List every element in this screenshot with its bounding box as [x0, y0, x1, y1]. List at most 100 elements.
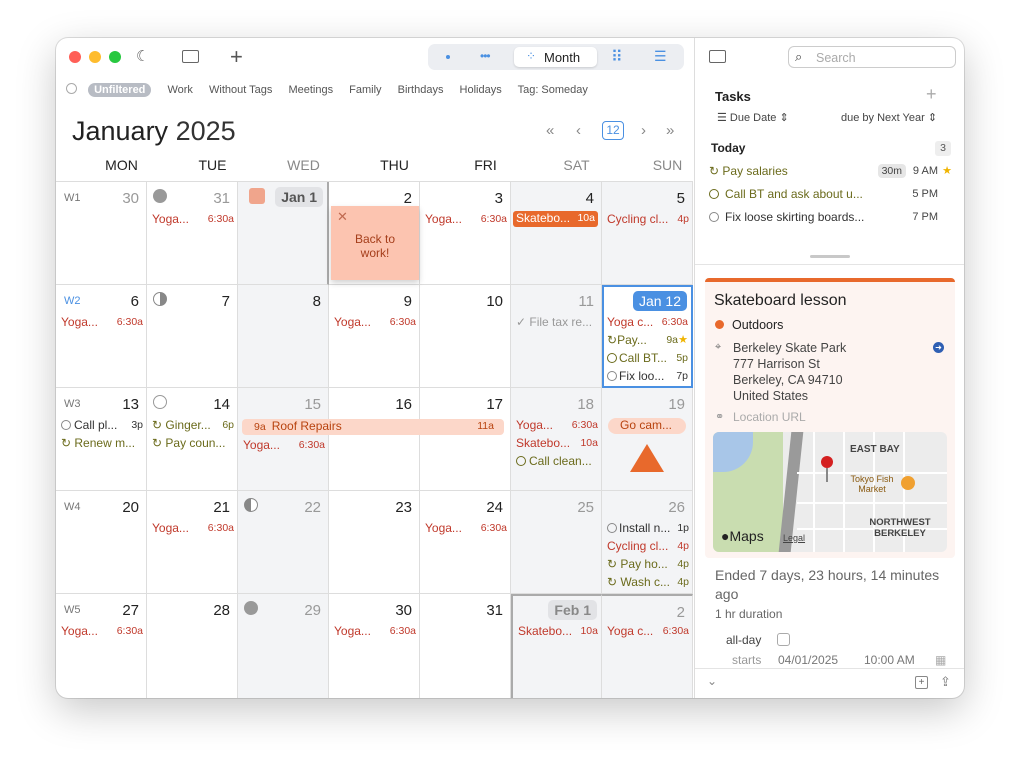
task-checkbox[interactable] [709, 212, 719, 222]
allday-checkbox[interactable] [777, 633, 790, 646]
zoom-window-button[interactable] [109, 51, 121, 63]
task-row[interactable]: ↻ Pay salaries 30m 9 AM ★ [709, 164, 952, 182]
day-cell[interactable]: 29 [238, 594, 329, 698]
day-cell[interactable]: 17 [420, 388, 511, 491]
day-cell[interactable]: 18 Yoga... 6:30a Skatebo... 10a Call clean… [511, 388, 602, 491]
sort-selector[interactable]: ☰ Due Date ⇕ [717, 111, 789, 124]
task-item[interactable]: ✓ File tax re... [516, 315, 598, 331]
task-row[interactable]: Call BT and ask about u... 5 PM [709, 187, 952, 205]
day-cell[interactable]: 21 Yoga... 6:30a [147, 491, 238, 594]
event-item[interactable]: Go cam... [608, 418, 686, 434]
new-event-icon[interactable]: + [915, 676, 928, 689]
day-cell[interactable]: 8 [238, 285, 329, 388]
task-checkbox[interactable] [607, 523, 617, 533]
filter-birthdays[interactable]: Birthdays [398, 84, 444, 96]
task-item[interactable]: Install n... 1p [607, 521, 689, 537]
share-icon[interactable]: ⇪ [940, 674, 951, 690]
day-cell[interactable]: 26 Install n... 1p Cycling cl... 4p ↻ Pay … [602, 491, 693, 594]
day-cell[interactable]: W2 6 Yoga... 6:30a [56, 285, 147, 388]
event-detail-title[interactable]: Skateboard lesson [714, 292, 847, 310]
event-item[interactable]: Yoga... 6:30a [334, 315, 416, 331]
next-month-icon[interactable]: › [641, 122, 646, 139]
location-map[interactable]: EAST BAY Tokyo Fish Market NORTHWEST BER… [713, 432, 947, 552]
day-cell[interactable]: 5 Cycling cl... 4p [602, 182, 693, 285]
event-item[interactable]: Yoga... 6:30a [425, 521, 507, 537]
day-cell[interactable]: 9 Yoga... 6:30a [329, 285, 420, 388]
task-item[interactable]: Call clean... [516, 454, 598, 470]
directions-arrow-icon[interactable]: ➜ [933, 342, 944, 353]
day-cell[interactable]: W3 13 Call pl... 3p ↻ Renew m... [56, 388, 147, 491]
filter-icon[interactable] [66, 83, 77, 94]
day-cell[interactable]: 15 Yoga... 6:30a [238, 388, 329, 491]
day-cell[interactable]: 31 Yoga... 6:30a [147, 182, 238, 285]
event-item[interactable]: Cycling cl... 4p [607, 212, 689, 228]
day-view-icon[interactable] [446, 55, 450, 59]
event-item[interactable]: Skatebo... 10a [518, 624, 598, 640]
due-filter-selector[interactable]: due by Next Year ⇕ [841, 111, 937, 124]
task-checkbox[interactable] [709, 189, 719, 199]
day-cell[interactable]: Jan 1 [238, 182, 329, 285]
filter-family[interactable]: Family [349, 84, 381, 96]
day-cell[interactable]: 10 [420, 285, 511, 388]
day-cell[interactable]: Feb 1 Skatebo... 10a [511, 594, 602, 698]
event-item[interactable]: Yoga... 6:30a [425, 212, 507, 228]
event-item[interactable]: Yoga... 6:30a [61, 624, 143, 640]
task-checkbox[interactable] [607, 353, 617, 363]
day-cell[interactable]: 22 [238, 491, 329, 594]
task-item[interactable]: ↻ Wash c... 4p [607, 575, 689, 591]
sidebar-toggle-icon[interactable] [182, 50, 199, 63]
event-item[interactable]: Yoga... 6:30a [152, 212, 234, 228]
prev-year-icon[interactable]: « [546, 122, 554, 139]
task-item[interactable]: ↻ Pay ho... 4p [607, 557, 689, 573]
task-item[interactable]: Call pl... 3p [61, 418, 143, 434]
task-checkbox[interactable] [516, 456, 526, 466]
day-cell[interactable]: 3 Yoga... 6:30a [420, 182, 511, 285]
multi-day-event-roof-repairs[interactable]: 9a Roof Repairs 11a [242, 419, 504, 435]
task-item[interactable]: Fix loo... 7p [607, 369, 688, 385]
task-item[interactable]: ↻ Pay coun... [152, 436, 234, 452]
prev-month-icon[interactable]: ‹ [576, 122, 581, 139]
month-view-button[interactable]: ⁘ Month [514, 47, 597, 67]
location-address[interactable]: Berkeley Skate Park 777 Harrison St Berk… [733, 340, 846, 404]
event-item[interactable]: Yoga... 6:30a [334, 624, 416, 640]
filter-work[interactable]: Work [167, 84, 192, 96]
filter-without-tags[interactable]: Without Tags [209, 84, 272, 96]
event-item[interactable]: Yoga... 6:30a [243, 438, 325, 454]
event-item[interactable]: Yoga... 6:30a [152, 521, 234, 537]
filter-unfiltered[interactable]: Unfiltered [88, 83, 152, 97]
minimize-window-button[interactable] [89, 51, 101, 63]
day-cell[interactable]: 24 Yoga... 6:30a [420, 491, 511, 594]
day-cell[interactable]: W5 27 Yoga... 6:30a [56, 594, 147, 698]
event-item[interactable]: Yoga c... 6:30a [607, 624, 689, 640]
day-cell[interactable]: 19 Go cam... [602, 388, 693, 491]
day-cell[interactable]: 14 ↻ Ginger... 6p ↻ Pay coun... [147, 388, 238, 491]
day-cell[interactable]: 25 [511, 491, 602, 594]
event-item[interactable]: Skatebo... 10a [516, 436, 598, 452]
event-item[interactable]: Cycling cl... 4p [607, 539, 689, 555]
day-cell[interactable]: 11 ✓ File tax re... [511, 285, 602, 388]
task-checkbox[interactable] [61, 420, 71, 430]
day-cell[interactable]: 30 Yoga... 6:30a [329, 594, 420, 698]
starts-row[interactable]: starts 04/01/2025 10:00 AM ▦ [732, 653, 960, 666]
task-item[interactable]: ↻ Ginger... 6p [152, 418, 234, 434]
day-cell[interactable]: 28 [147, 594, 238, 698]
today-button[interactable]: 12 [602, 121, 624, 140]
day-cell[interactable]: 16 [329, 388, 420, 491]
moon-icon[interactable]: ☾ [136, 47, 149, 65]
day-cell[interactable]: 2 Yoga c... 6:30a [602, 594, 693, 698]
inspector-toggle-icon[interactable] [709, 50, 726, 63]
week-view-icon[interactable]: ••• [480, 49, 491, 63]
task-checkbox[interactable] [607, 371, 617, 381]
event-item[interactable]: Yoga c... 6:30a [607, 315, 688, 331]
day-cell[interactable]: W4 20 [56, 491, 147, 594]
close-window-button[interactable] [69, 51, 81, 63]
year-view-icon[interactable]: ⠿ [611, 47, 623, 67]
day-cell[interactable]: 23 [329, 491, 420, 594]
sticky-note[interactable]: ✕ Back to work! [331, 206, 419, 280]
event-item[interactable]: Skatebo... 10a [513, 211, 598, 227]
task-item[interactable]: ↻Pay... 9a ★ [607, 333, 688, 349]
resize-handle[interactable] [810, 255, 850, 258]
next-year-icon[interactable]: » [666, 122, 674, 139]
list-view-icon[interactable]: ☰ [654, 48, 667, 65]
day-cell[interactable]: 31 [420, 594, 511, 698]
